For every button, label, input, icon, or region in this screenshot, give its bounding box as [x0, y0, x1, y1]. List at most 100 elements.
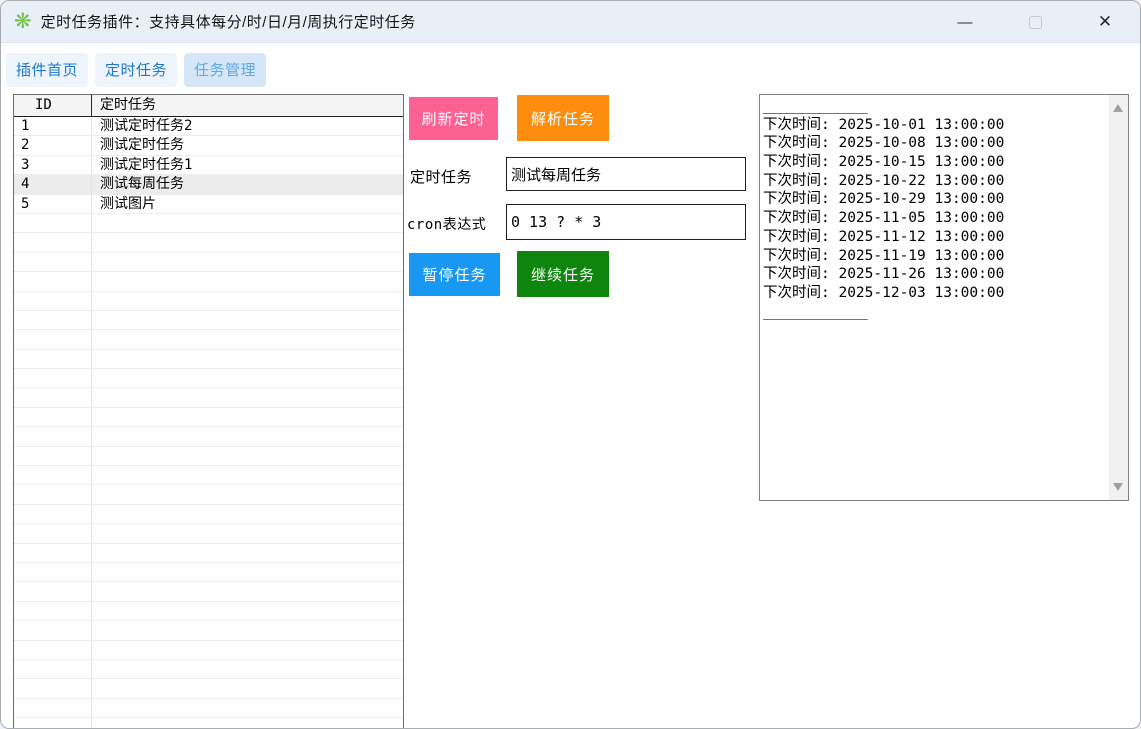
pause-task-button[interactable]: 暂停任务: [409, 253, 500, 296]
log-line: 下次时间: 2025-10-15 13:00:00: [763, 153, 1109, 172]
cron-expression-input[interactable]: [506, 204, 746, 240]
cell-task: [92, 582, 403, 600]
cell-task: [92, 466, 403, 484]
cell-task: [92, 660, 403, 678]
cell-id: [14, 233, 92, 251]
cell-task: [92, 524, 403, 542]
cell-id: [14, 602, 92, 620]
log-scrollbar[interactable]: [1109, 95, 1128, 500]
table-row-empty: [14, 350, 403, 369]
cell-id: [14, 563, 92, 581]
table-header: ID 定时任务: [14, 95, 403, 117]
cell-task: [92, 544, 403, 562]
task-name-input[interactable]: [506, 157, 746, 191]
table-row-empty: [14, 660, 403, 679]
table-row-empty: [14, 718, 403, 729]
cell-task: [92, 330, 403, 348]
cell-id: [14, 466, 92, 484]
cell-task: [92, 233, 403, 251]
column-header-id: ID: [14, 95, 92, 116]
cell-id: 2: [14, 136, 92, 154]
table-row-empty: [14, 311, 403, 330]
close-button[interactable]: ✕: [1082, 1, 1128, 43]
table-row-empty: [14, 214, 403, 233]
tab-plugin-home[interactable]: 插件首页: [6, 53, 88, 87]
cell-id: [14, 505, 92, 523]
cell-id: [14, 408, 92, 426]
cell-id: [14, 679, 92, 697]
table-row-empty: [14, 466, 403, 485]
cell-id: [14, 214, 92, 232]
scroll-down-icon[interactable]: [1113, 483, 1123, 491]
resume-task-button[interactable]: 继续任务: [517, 251, 609, 297]
cell-id: [14, 311, 92, 329]
refresh-timer-button[interactable]: 刷新定时: [409, 97, 498, 140]
scroll-up-icon[interactable]: [1113, 104, 1123, 112]
next-run-times-text[interactable]: ____________ 下次时间: 2025-10-01 13:00:00 下…: [760, 95, 1109, 500]
table-row-empty: [14, 602, 403, 621]
cell-id: [14, 660, 92, 678]
cell-id: [14, 292, 92, 310]
cron-expression-label: cron表达式: [407, 214, 486, 234]
table-row-empty: [14, 505, 403, 524]
cell-id: [14, 447, 92, 465]
cell-task: [92, 214, 403, 232]
cell-id: [14, 272, 92, 290]
table-row[interactable]: 5 测试图片: [14, 195, 403, 214]
cell-task: [92, 388, 403, 406]
app-window: ❋ 定时任务插件：支持具体每分/时/日/月/周执行定时任务 — ✕ 插件首页 定…: [0, 0, 1141, 729]
table-row-empty: [14, 699, 403, 718]
log-line: 下次时间: 2025-11-19 13:00:00: [763, 247, 1109, 266]
cell-task: [92, 718, 403, 729]
table-row-empty: [14, 524, 403, 543]
log-line: 下次时间: 2025-10-01 13:00:00: [763, 116, 1109, 135]
cell-id: [14, 485, 92, 503]
cell-id: [14, 330, 92, 348]
table-row-empty: [14, 233, 403, 252]
table-row[interactable]: 3 测试定时任务1: [14, 156, 403, 175]
cell-task: [92, 563, 403, 581]
cell-task: [92, 505, 403, 523]
log-line: 下次时间: 2025-12-03 13:00:00: [763, 284, 1109, 303]
cell-id: [14, 718, 92, 729]
log-line: 下次时间: 2025-10-29 13:00:00: [763, 190, 1109, 209]
table-row[interactable]: 2 测试定时任务: [14, 136, 403, 155]
cell-task: 测试定时任务2: [92, 117, 403, 135]
table-row-empty: [14, 427, 403, 446]
cell-id: [14, 524, 92, 542]
cell-task: [92, 292, 403, 310]
cell-id: [14, 699, 92, 717]
log-line: 下次时间: 2025-10-22 13:00:00: [763, 172, 1109, 191]
table-row-empty: [14, 582, 403, 601]
column-header-task: 定时任务: [92, 95, 403, 116]
table-row[interactable]: 1 测试定时任务2: [14, 117, 403, 136]
table-row-empty: [14, 563, 403, 582]
cell-task: [92, 427, 403, 445]
table-row-empty: [14, 621, 403, 640]
cell-task: 测试图片: [92, 195, 403, 213]
log-line: 下次时间: 2025-10-08 13:00:00: [763, 134, 1109, 153]
cell-id: 1: [14, 117, 92, 135]
log-line: 下次时间: 2025-11-05 13:00:00: [763, 209, 1109, 228]
task-name-label: 定时任务: [410, 166, 472, 187]
cell-id: [14, 621, 92, 639]
cell-task: [92, 253, 403, 271]
cell-task: 测试定时任务: [92, 136, 403, 154]
window-title: 定时任务插件：支持具体每分/时/日/月/周执行定时任务: [41, 11, 416, 32]
tab-task-management[interactable]: 任务管理: [184, 53, 266, 87]
cell-task: 测试每周任务: [92, 175, 403, 193]
cell-task: [92, 621, 403, 639]
table-row-empty: [14, 447, 403, 466]
table-row-empty: [14, 408, 403, 427]
titlebar: ❋ 定时任务插件：支持具体每分/时/日/月/周执行定时任务 — ✕: [1, 1, 1140, 43]
table-row-empty: [14, 485, 403, 504]
cell-task: [92, 447, 403, 465]
cell-id: [14, 427, 92, 445]
table-row[interactable]: 4 测试每周任务: [14, 175, 403, 194]
maximize-button[interactable]: [1012, 1, 1058, 43]
minimize-button[interactable]: —: [942, 1, 988, 43]
parse-task-button[interactable]: 解析任务: [517, 95, 609, 141]
cell-task: [92, 602, 403, 620]
cell-id: [14, 388, 92, 406]
tab-scheduled-tasks[interactable]: 定时任务: [95, 53, 177, 87]
